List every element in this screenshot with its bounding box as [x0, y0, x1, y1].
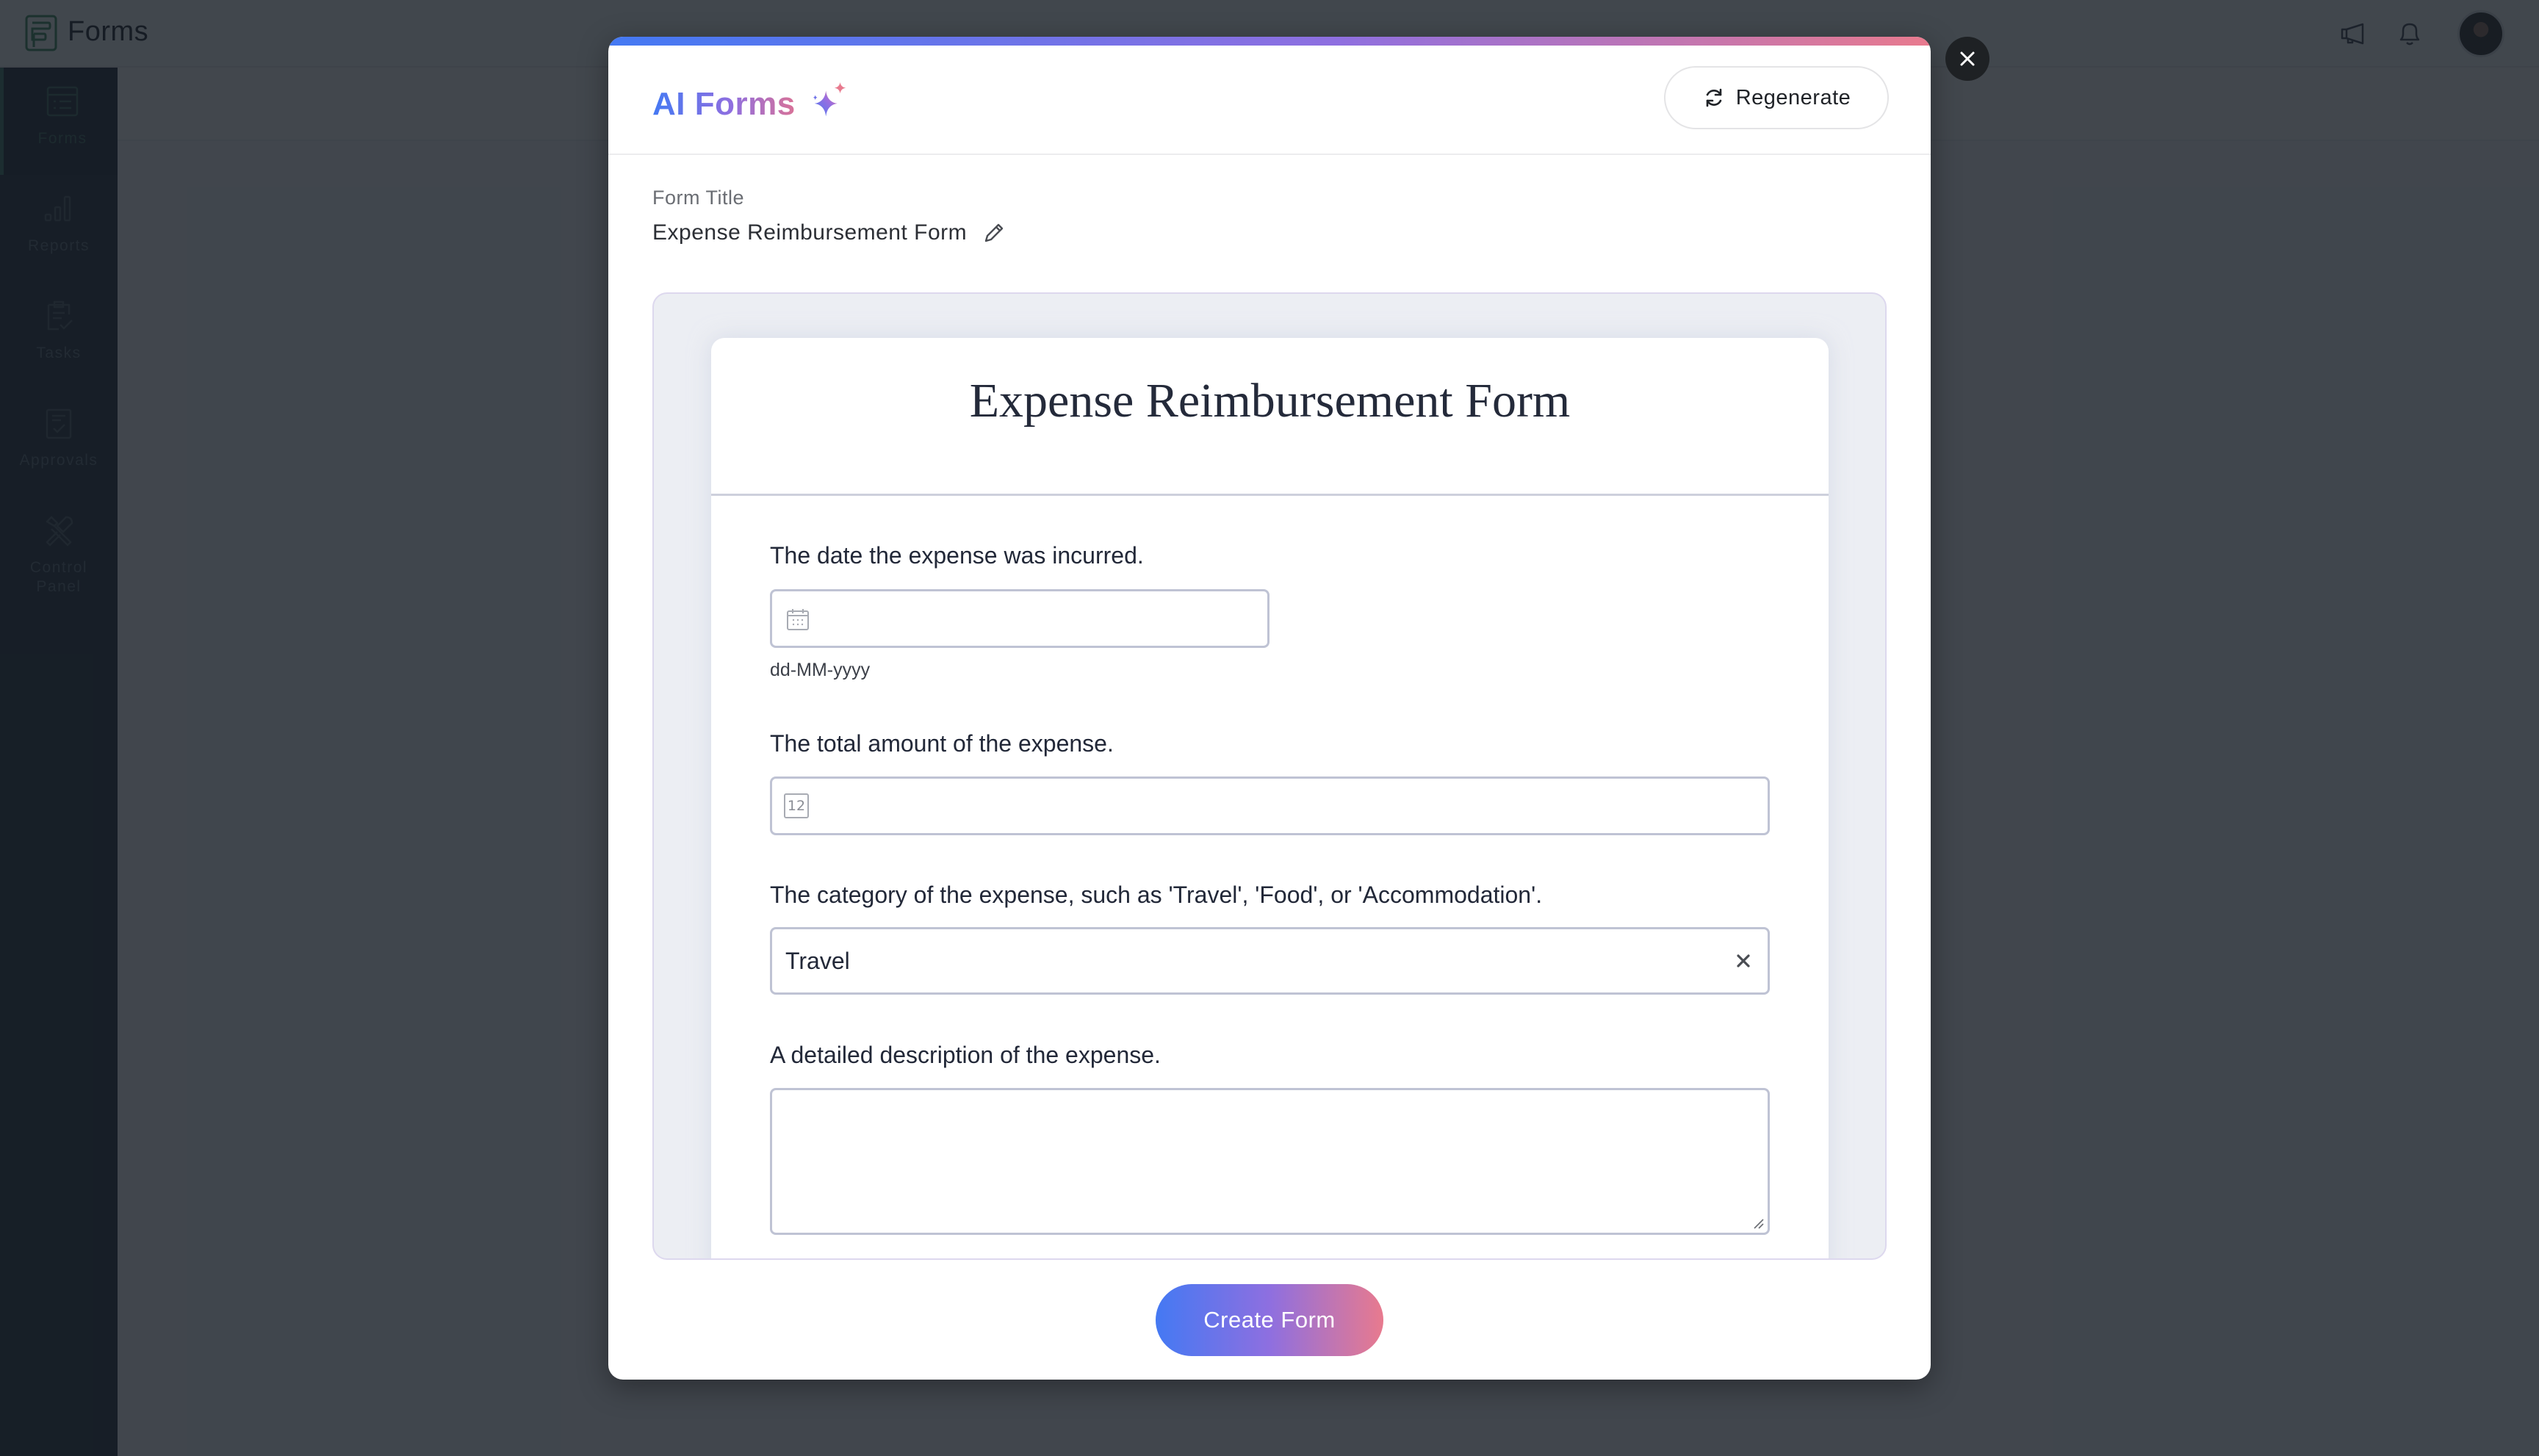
modal-title-text: AI Forms: [652, 86, 796, 122]
header-divider: [608, 154, 1931, 155]
form-preview-card: Expense Reimbursement Form The date the …: [711, 338, 1829, 1258]
form-preview-panel[interactable]: Expense Reimbursement Form The date the …: [652, 292, 1887, 1260]
close-icon: [1960, 51, 1975, 66]
resize-handle-icon[interactable]: [1751, 1217, 1765, 1230]
category-field-label: The category of the expense, such as 'Tr…: [770, 882, 1543, 908]
pencil-icon[interactable]: [982, 220, 1006, 245]
ai-forms-modal: AI Forms Regenerate Form Title Expense R…: [608, 37, 1931, 1380]
modal-title: AI Forms: [652, 75, 851, 134]
date-format-hint: dd-MM-yyyy: [770, 660, 871, 680]
description-textarea[interactable]: [770, 1088, 1770, 1235]
sparkle-icon: [813, 82, 846, 117]
date-field-label: The date the expense was incurred.: [770, 542, 1144, 569]
form-title-value: Expense Reimbursement Form: [652, 220, 968, 245]
description-field-label: A detailed description of the expense.: [770, 1042, 1161, 1068]
create-form-label: Create Form: [1203, 1307, 1336, 1333]
amount-field-label: The total amount of the expense.: [770, 730, 1114, 757]
category-select[interactable]: Travel: [770, 927, 1770, 995]
form-title-field: Expense Reimbursement Form: [652, 220, 1006, 245]
modal-gradient-bar: [608, 37, 1931, 46]
regenerate-button[interactable]: Regenerate: [1664, 66, 1889, 129]
calendar-icon: [787, 609, 809, 630]
form-title-label: Form Title: [652, 187, 745, 209]
clear-icon[interactable]: [1731, 948, 1756, 973]
close-modal-button[interactable]: [1945, 37, 1989, 81]
category-selected-value: Travel: [785, 948, 850, 974]
number-icon: 12: [784, 793, 809, 818]
amount-input[interactable]: 12: [770, 776, 1770, 835]
refresh-icon: [1706, 88, 1722, 107]
create-form-button[interactable]: Create Form: [1156, 1284, 1383, 1356]
regenerate-label: Regenerate: [1735, 85, 1851, 109]
form-title-divider: [711, 494, 1829, 496]
form-preview-title: Expense Reimbursement Form: [969, 374, 1571, 428]
date-input[interactable]: [770, 589, 1270, 648]
